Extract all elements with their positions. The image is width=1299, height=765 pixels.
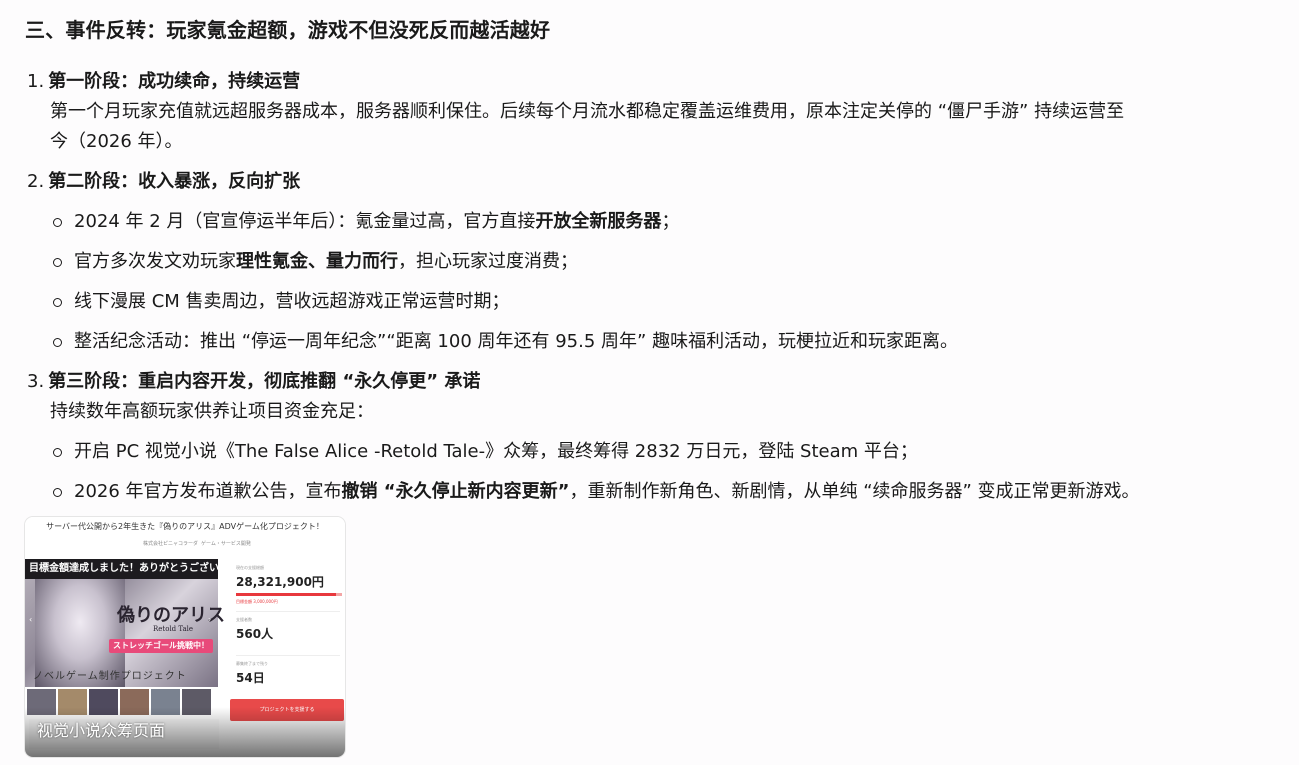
list-item-text: 开启 PC 视觉小说《The False Alice -Retold Tale-… [74, 441, 918, 462]
phase-3-number: 3. [27, 371, 45, 392]
list-item-text-end: ，担心玩家过度消费； [398, 251, 578, 272]
bullet-icon [53, 448, 62, 457]
list-item-text-end: ； [661, 211, 680, 232]
screenshot-page-title: サーバー代公開から2年生きた『偽りのアリス』ADVゲーム化プロジェクト！ [46, 522, 324, 531]
list-item-text-end: ，重新制作新角色、新剧情，从单纯 “续命服务器” 变成正常更新游戏。 [569, 481, 1140, 502]
divider [236, 611, 340, 612]
stretch-goal-badge: ストレッチゴール挑戦中！ [109, 639, 213, 653]
section-title: 三、事件反转：玩家氪金超额，游戏不但没死反而越活越好 [25, 18, 551, 42]
phase-1-number: 1. [27, 71, 45, 92]
chevron-left-icon: ‹ [29, 615, 33, 624]
funding-progress-bar [236, 593, 342, 596]
remaining-label: 募集終了まで残り [236, 661, 268, 666]
phase-2-title: 第二阶段：收入暴涨，反向扩张 [48, 171, 301, 192]
list-item: 开启 PC 视觉小说《The False Alice -Retold Tale-… [50, 437, 918, 467]
funding-amount: 28,321,900円 [236, 575, 324, 589]
phase-1-heading: 1. 第一阶段：成功续命，持续运营 [27, 67, 1257, 97]
list-item: 官方多次发文劝玩家理性氪金、量力而行，担心玩家过度消费； [50, 247, 578, 277]
bullet-icon [53, 298, 62, 307]
phase-3-title: 第三阶段：重启内容开发，彻底推翻 “永久停更” 承诺 [48, 371, 481, 392]
divider [236, 655, 340, 656]
bullet-icon [53, 338, 62, 347]
crowdfunding-screenshot-image[interactable]: サーバー代公開から2年生きた『偽りのアリス』ADVゲーム化プロジェクト！ 株式会… [25, 517, 345, 757]
list-item-text: 整活纪念活动：推出 “停运一周年纪念”“距离 100 周年还有 95.5 周年”… [74, 331, 959, 352]
bullet-icon [53, 218, 62, 227]
remaining-days: 54日 [236, 671, 265, 685]
list-item-text: 2026 年官方发布道歉公告，宣布 [74, 481, 342, 502]
list-item: 2026 年官方发布道歉公告，宣布撤销 “永久停止新内容更新”，重新制作新角色、… [50, 477, 1140, 507]
screenshot-header: サーバー代公開から2年生きた『偽りのアリス』ADVゲーム化プロジェクト！ 株式会… [25, 517, 345, 557]
novel-project-label: ノベルゲーム制作プロジェクト [33, 671, 187, 682]
bullet-icon [53, 488, 62, 497]
supporters-count: 560人 [236, 627, 274, 641]
phase-2: 2. 第二阶段：收入暴涨，反向扩张 [27, 167, 1257, 197]
game-logo-subtitle: Retold Tale [153, 625, 194, 633]
phase-3-heading: 3. 第三阶段：重启内容开发，彻底推翻 “永久停更” 承诺 [27, 367, 1257, 397]
list-item: 线下漫展 CM 售卖周边，营收远超游戏正常运营时期； [50, 287, 510, 317]
list-item-bold: 撤销 “永久停止新内容更新” [341, 481, 570, 502]
screenshot-key-art: 目標金額達成しました！ありがとうございます！ 偽りのアリス Retold Tal… [25, 559, 249, 687]
list-item-text: 官方多次发文劝玩家 [74, 251, 236, 272]
phase-1-desc-line2: 今（2026 年）。 [50, 131, 183, 152]
screenshot-meta-owner: 株式会社ピニャコラーダ [143, 541, 199, 547]
list-item-bold: 开放全新服务器 [535, 211, 662, 232]
list-item-text: 线下漫展 CM 售卖周边，营收远超游戏正常运营时期； [74, 291, 510, 312]
screenshot-banner: 目標金額達成しました！ありがとうございます！ [25, 559, 249, 579]
chevron-right-icon: › [208, 615, 212, 624]
phase-2-number: 2. [27, 171, 45, 192]
phase-1: 1. 第一阶段：成功续命，持续运营 [27, 67, 1257, 97]
list-item: 2024 年 2 月（官宣停运半年后）：氪金量过高，官方直接开放全新服务器； [50, 207, 679, 237]
phase-2-heading: 2. 第二阶段：收入暴涨，反向扩张 [27, 167, 1257, 197]
amount-label: 現在の支援総額 [236, 565, 264, 570]
image-caption: 视觉小说众筹页面 [37, 721, 166, 740]
screenshot-meta-category: ゲーム・サービス開発 [201, 541, 251, 547]
list-item-text: 2024 年 2 月（官宣停运半年后）：氪金量过高，官方直接 [74, 211, 536, 232]
supporters-label: 支援者数 [236, 617, 252, 622]
funding-progress-fill [236, 593, 336, 596]
phase-3: 3. 第三阶段：重启内容开发，彻底推翻 “永久停更” 承诺 持续数年高额玩家供养让… [27, 367, 1257, 427]
phase-1-title: 第一阶段：成功续命，持续运营 [48, 71, 301, 92]
bullet-icon [53, 258, 62, 267]
list-item-bold: 理性氪金、量力而行 [236, 251, 398, 272]
funding-stats-panel: 現在の支援総額 28,321,900円 目標金額 3,000,000円 支援者数… [230, 559, 342, 719]
list-item: 整活纪念活动：推出 “停运一周年纪念”“距离 100 周年还有 95.5 周年”… [50, 327, 958, 357]
goal-note: 目標金額 3,000,000円 [236, 599, 278, 604]
phase-3-desc: 持续数年高额玩家供养让项目资金充足： [50, 401, 374, 422]
phase-1-desc-line1: 第一个月玩家充值就远超服务器成本，服务器顺利保住。后续每个月流水都稳定覆盖运维费… [50, 101, 1125, 122]
